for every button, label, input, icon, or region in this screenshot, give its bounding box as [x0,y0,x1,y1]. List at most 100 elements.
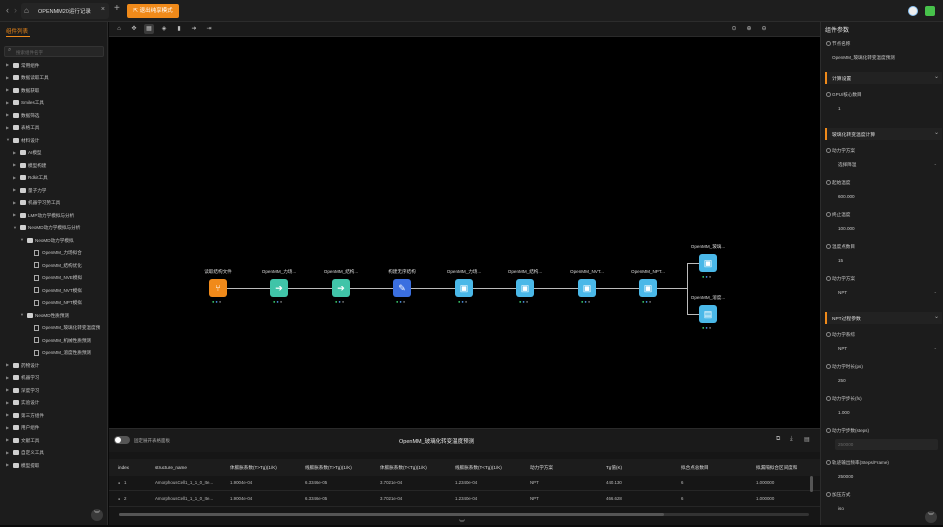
tree-item[interactable]: OpenMM_NVE模拟 [0,273,108,284]
parameter-input-value[interactable]: 250000 [838,442,853,447]
parameter-input-value[interactable]: 100.000 [838,226,855,231]
chevron-right-icon[interactable]: ▶ [6,87,9,92]
file-icon[interactable]: ▤ [804,436,810,443]
chevron-right-icon[interactable]: ▶ [6,125,9,130]
avatar[interactable] [908,6,918,16]
tree-item[interactable]: OpenMM_机械性质预测 [0,335,108,346]
tree-item[interactable]: OpenMM_溶度性质预测 [0,348,108,359]
tree-item[interactable]: ▶ 药物设计 [0,360,108,371]
tree-item[interactable]: OpenMM_玻璃化转变温度预 [0,323,108,334]
table-horizontal-scrollbar[interactable] [119,513,809,516]
chevron-down-icon[interactable]: ▼ [6,137,10,142]
export-icon[interactable]: ⇥ [204,24,214,34]
collapse-right-icon[interactable]: ︾ [925,511,937,523]
workflow-node[interactable]: ▣ [578,279,596,297]
tree-item[interactable]: ▶ 数据获取 [0,85,108,96]
parameter-input-value[interactable]: 15 [838,258,843,263]
delete-icon[interactable]: ▮ [174,24,184,34]
connection-edge[interactable] [227,288,270,289]
workflow-node[interactable]: ⑂ [209,279,227,297]
tree-item[interactable]: ▶ 文献工具 [0,435,108,446]
tag-icon[interactable]: ◈ [159,24,169,34]
chevron-right-icon[interactable]: ▶ [6,112,9,117]
fit-icon[interactable]: ⊙ [729,24,739,34]
workflow-node[interactable]: ▤ [699,305,717,323]
chevron-right-icon[interactable]: ▶ [13,200,16,205]
table-row[interactable]: ● 2 AmorphousCell1_1_1_0_Ite... 1.9004e-04 6… [109,492,820,507]
chevron-right-icon[interactable]: ▶ [6,100,9,105]
tree-item[interactable]: ▼ NeoMD动力学模拟 [0,235,108,246]
chevron-down-icon[interactable]: ⌄ [934,289,937,294]
chevron-right-icon[interactable]: ▶ [6,362,9,367]
connection-edge[interactable] [534,288,578,289]
tree-item[interactable]: ▶ 量子力学 [0,185,108,196]
workflow-node[interactable]: ➔ [270,279,288,297]
chevron-right-icon[interactable]: ▶ [6,400,9,405]
chevron-down-icon[interactable]: ▼ [20,312,24,317]
chevron-right-icon[interactable]: ▶ [13,175,16,180]
tree-item[interactable]: ▶ 数据读取工具 [0,73,108,84]
node-name-value[interactable]: OpenMM_玻璃化转变温度预测 [832,55,895,61]
tree-item[interactable]: ▶ 实验设计 [0,398,108,409]
chevron-right-icon[interactable]: ▶ [13,150,16,155]
back-icon[interactable]: ‹ [6,5,9,15]
tree-item[interactable]: OpenMM_力场拟合 [0,248,108,259]
chevron-right-icon[interactable]: ▶ [6,62,9,67]
column-header[interactable]: 拟漏隔拟合区间度和 [756,465,797,471]
column-header[interactable]: 线膨胀系数(T>Tg)(1/K) [305,465,352,471]
chevron-right-icon[interactable]: ▶ [6,425,9,430]
column-header[interactable]: 线膨胀系数(T<Tg)(1/K) [455,465,502,471]
table-vertical-scrollbar[interactable] [810,476,813,492]
tree-item[interactable]: ▼ 材料设计 [0,135,108,146]
connection-edge[interactable] [288,288,332,289]
component-search-input[interactable]: ⌕ 搜索组件名字 [4,46,104,57]
parameter-input-value[interactable]: iso [838,506,844,511]
parameter-select[interactable]: NPT [838,346,847,351]
workflow-node[interactable]: ▣ [455,279,473,297]
tree-item[interactable]: ▶ 模型提取 [0,460,108,471]
connection-edge[interactable] [657,288,687,289]
chevron-right-icon[interactable]: ▶ [13,162,16,167]
home-icon[interactable]: ⌂ [114,24,124,34]
zoom-in-icon[interactable]: ⊕ [744,24,754,34]
new-tab-icon[interactable]: + [114,3,120,14]
component-panel-title[interactable]: 组件列表 [6,27,28,35]
column-header[interactable]: 动力学方案 [530,465,553,471]
connection-edge[interactable] [411,288,455,289]
collapse-left-icon[interactable]: ︾ [91,509,103,521]
chevron-right-icon[interactable]: ▶ [6,387,9,392]
chevron-right-icon[interactable]: ▶ [6,375,9,380]
exit-focus-mode-button[interactable]: ⇱ 退出纯享模式 [127,4,179,18]
workflow-canvas[interactable]: ⑂ 读取结构文件 ●●● ➔ OpenMM_力场... ●●● ➔ OpenMM_结构... ●… [109,37,820,428]
parameter-select[interactable]: NPT [838,290,847,295]
tree-item[interactable]: ▼ NeoMD性质预测 [0,310,108,321]
tree-item[interactable]: OpenMM_NPT模拟 [0,298,108,309]
column-header[interactable]: index [118,465,129,470]
parameter-section[interactable]: 计算设置 ⌄ [825,72,942,84]
workflow-tab[interactable]: ⌂ OPENMM20运行记录 × [21,3,109,19]
parameter-input-value[interactable]: 1.000 [838,410,850,415]
workflow-node[interactable]: ✎ [393,279,411,297]
tree-item[interactable]: ▶ 模型构建 [0,160,108,171]
workflow-node[interactable]: ▣ [516,279,534,297]
connection-edge[interactable] [687,263,699,264]
parameter-input-value[interactable]: 600.000 [838,194,855,199]
select-icon[interactable]: ✥ [129,24,139,34]
download-icon[interactable]: ⤓ [790,436,793,443]
workflow-node[interactable]: ▣ [699,254,717,272]
connection-edge[interactable] [350,288,393,289]
column-header[interactable]: 拟合点总数目 [681,465,709,471]
tree-item[interactable]: ▶ 机器学习势工具 [0,198,108,209]
chevron-right-icon[interactable]: ▶ [6,412,9,417]
chevron-right-icon[interactable]: ▶ [6,462,9,467]
expand-icon[interactable]: ⧉ [776,436,780,443]
connection-edge[interactable] [596,288,639,289]
parameter-input-value[interactable]: 250 [838,378,846,383]
tree-item[interactable]: ▶ 用户组件 [0,423,108,434]
parameter-section[interactable]: NPT过程参数 ⌄ [825,312,942,324]
collapse-bottom-icon[interactable]: ︾ [459,518,465,527]
parameter-input-value[interactable]: 250000 [838,474,853,479]
grid-icon[interactable]: ▦ [144,24,154,34]
tree-item[interactable]: ▶ LMP动力学模拟与分析 [0,210,108,221]
chevron-right-icon[interactable]: ▶ [6,450,9,455]
